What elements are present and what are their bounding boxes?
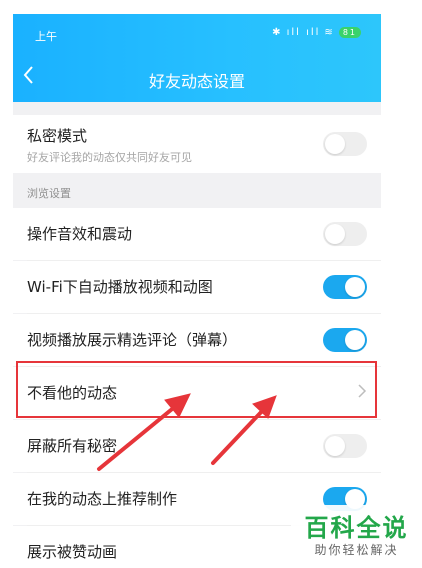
private-mode-label: 私密模式	[27, 127, 88, 145]
wifi-icon: ≋	[324, 27, 335, 38]
battery-icon: 81	[338, 27, 361, 38]
private-mode-description: 好友评论我的动态仅共同好友可见	[27, 151, 192, 164]
highlight-box	[16, 361, 377, 418]
settings-row-label: Wi-Fi下自动播放视频和动图	[27, 278, 213, 296]
settings-row-label: 屏蔽所有秘密	[27, 437, 118, 455]
watermark: 百科全说 助你轻松解决	[291, 505, 422, 568]
settings-row-danmaku[interactable]: 视频播放展示精选评论（弹幕）	[13, 314, 381, 366]
app-header: 上午 ✱ ıll ıll ≋ 81 好友动态设置	[13, 14, 381, 102]
browse-section-label: 浏览设置	[27, 187, 71, 200]
status-icons: ✱ ıll ıll ≋ 81	[272, 27, 361, 38]
sound-toggle[interactable]	[323, 222, 367, 246]
private-mode-row[interactable]: 私密模式 好友评论我的动态仅共同好友可见	[13, 115, 381, 173]
settings-row-autoplay[interactable]: Wi-Fi下自动播放视频和动图	[13, 261, 381, 313]
settings-row-label: 操作音效和震动	[27, 225, 133, 243]
phone-screen: 上午 ✱ ıll ıll ≋ 81 好友动态设置 私密模式 好友评论我的动态仅共…	[13, 14, 381, 568]
bluetooth-icon: ✱	[272, 27, 283, 38]
block-secrets-toggle[interactable]	[323, 434, 367, 458]
page-title: 好友动态设置	[148, 72, 245, 91]
settings-row-sound[interactable]: 操作音效和震动	[13, 208, 381, 260]
watermark-subtitle: 助你轻松解决	[314, 543, 399, 557]
watermark-title: 百科全说	[304, 514, 409, 542]
settings-row-label: 视频播放展示精选评论（弹幕）	[27, 331, 238, 349]
danmaku-toggle[interactable]	[323, 328, 367, 352]
private-mode-toggle[interactable]	[323, 132, 367, 156]
settings-row-block-secrets[interactable]: 屏蔽所有秘密	[13, 420, 381, 472]
settings-row-label: 在我的动态上推荐制作	[27, 490, 178, 508]
status-time: 上午	[35, 30, 57, 43]
signal-icon: ıll ıll	[286, 27, 321, 38]
autoplay-toggle[interactable]	[323, 275, 367, 299]
settings-row-label: 展示被赞动画	[27, 543, 118, 561]
